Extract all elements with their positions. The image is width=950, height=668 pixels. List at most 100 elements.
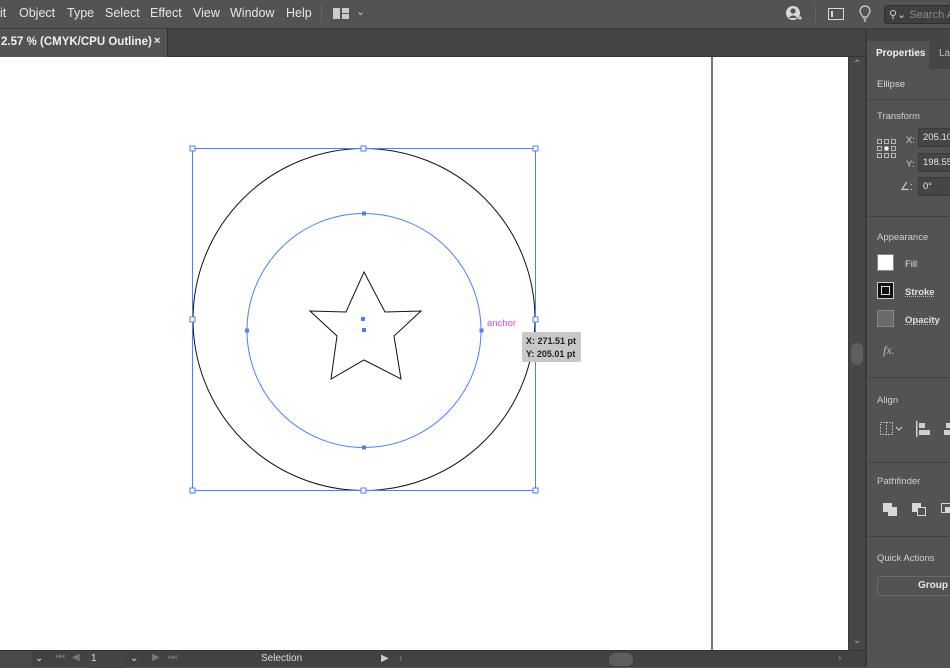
anchor-point-bottom[interactable] <box>362 446 366 450</box>
tab-properties[interactable]: Properties <box>867 41 929 69</box>
tab-layers[interactable]: Layers <box>939 48 950 59</box>
toolbar-separator <box>815 6 816 22</box>
section-divider <box>867 462 950 463</box>
center-point <box>362 328 366 332</box>
section-divider <box>867 536 950 537</box>
canvas[interactable] <box>0 57 848 650</box>
panel-tab-bar: Properties Layers <box>867 29 950 69</box>
menu-select[interactable]: Select <box>105 6 140 20</box>
handle-bottom-left[interactable] <box>190 488 195 493</box>
artboard-dropdown-chevron-icon[interactable]: ⌄ <box>130 653 138 664</box>
opacity-icon[interactable] <box>877 310 894 327</box>
chevron-down-icon[interactable]: ⌄ <box>356 5 365 18</box>
tab-properties-label: Properties <box>876 48 925 59</box>
last-artboard-icon[interactable]: ⏭ <box>168 652 177 663</box>
section-divider <box>867 377 950 378</box>
lightbulb-icon[interactable] <box>859 5 871 23</box>
y-label: Y: <box>906 159 914 170</box>
previous-artboard-icon[interactable]: ◀ <box>72 652 80 663</box>
handle-top-right[interactable] <box>533 146 538 151</box>
opacity-label[interactable]: Opacity <box>905 315 940 326</box>
align-left-icon[interactable] <box>916 421 932 437</box>
anchor-point-top[interactable] <box>362 212 366 216</box>
handle-top-center[interactable] <box>361 146 366 151</box>
scroll-left-icon[interactable]: ‹ <box>399 653 402 664</box>
horizontal-scroll-thumb[interactable] <box>609 653 633 666</box>
pathfinder-unite-icon[interactable] <box>883 503 898 517</box>
vertical-scrollbar[interactable]: ⌃ ⌄ <box>848 57 865 650</box>
add-user-icon[interactable] <box>785 5 803 23</box>
handle-top-left[interactable] <box>190 146 195 151</box>
transform-title: Transform <box>877 111 920 122</box>
handle-middle-left[interactable] <box>190 317 195 322</box>
anchor-point-left[interactable] <box>245 329 249 333</box>
first-artboard-icon[interactable]: ⏮ <box>56 652 65 663</box>
workspace-switcher-icon[interactable] <box>333 8 349 19</box>
current-tool-label: Selection <box>261 653 302 664</box>
stroke-label[interactable]: Stroke <box>905 287 935 298</box>
section-divider <box>867 99 950 100</box>
anchor-smart-guide-label: anchor <box>487 318 516 329</box>
rotation-angle-value: 0° <box>923 181 932 192</box>
handle-bottom-right[interactable] <box>533 488 538 493</box>
next-artboard-icon[interactable]: ▶ <box>152 652 160 663</box>
handle-bottom-center[interactable] <box>361 488 366 493</box>
scroll-right-icon[interactable]: › <box>838 653 841 664</box>
x-position-field[interactable]: 205.1016 <box>918 128 950 147</box>
scroll-up-icon[interactable]: ⌃ <box>853 59 861 70</box>
menu-effect[interactable]: Effect <box>150 6 182 20</box>
align-to-selection-icon[interactable] <box>880 422 906 436</box>
x-position-value: 205.1016 <box>923 132 950 143</box>
group-button[interactable]: Group <box>877 576 950 596</box>
tooltip-y: Y: 205.01 pt <box>526 348 581 361</box>
fx-icon[interactable]: fx. <box>883 343 895 358</box>
document-tab[interactable]: 2.57 % (CMYK/CPU Outline) × <box>0 29 168 57</box>
star-shape[interactable] <box>310 272 421 379</box>
artboard-number-field[interactable]: 1 <box>88 651 126 668</box>
rotation-angle-field[interactable]: 0° <box>918 177 950 196</box>
artwork <box>0 57 848 650</box>
search-placeholder: Search Adobe Stock <box>909 9 950 21</box>
reference-point-icon[interactable] <box>877 139 896 158</box>
menu-type[interactable]: Type <box>67 6 94 20</box>
menu-object[interactable]: Object <box>19 6 55 20</box>
pathfinder-title: Pathfinder <box>877 476 920 487</box>
zoom-dropdown-chevron-icon[interactable]: ⌄ <box>35 653 43 664</box>
menu-view[interactable]: View <box>193 6 220 20</box>
x-label: X: <box>906 135 915 146</box>
fill-swatch[interactable] <box>877 254 894 271</box>
object-type-label: Ellipse <box>877 79 905 90</box>
y-position-field[interactable]: 198.5547 <box>918 153 950 172</box>
vertical-scroll-thumb[interactable] <box>851 343 863 365</box>
close-icon[interactable]: × <box>154 35 160 47</box>
coordinate-tooltip: X: 271.51 pt Y: 205.01 pt <box>522 332 581 362</box>
fill-label[interactable]: Fill <box>905 259 917 270</box>
document-tab-label: 2.57 % (CMYK/CPU Outline) <box>1 36 152 48</box>
angle-icon: ∠: <box>900 180 913 193</box>
appearance-title: Appearance <box>877 232 928 243</box>
status-menu-arrow-icon[interactable]: ▶ <box>381 653 389 664</box>
search-icon: ⚲⌄ <box>889 9 906 21</box>
y-position-value: 198.5547 <box>923 157 950 168</box>
menu-help[interactable]: Help <box>286 6 312 20</box>
section-divider <box>867 216 950 217</box>
handle-middle-right[interactable] <box>533 317 538 322</box>
menu-edit[interactable]: it <box>0 6 6 20</box>
status-bar: ⌄ ⏮ ◀ 1 ⌄ ▶ ⏭ Selection ▶ ‹ › <box>0 650 865 667</box>
quick-actions-title: Quick Actions <box>877 553 935 564</box>
zoom-field[interactable] <box>0 651 32 668</box>
scroll-down-icon[interactable]: ⌄ <box>853 635 861 646</box>
anchor-point-right[interactable] <box>480 329 484 333</box>
menu-bar: it Object Type Select Effect View Window… <box>0 0 950 29</box>
document-tab-bar: 2.57 % (CMYK/CPU Outline) × <box>0 29 865 57</box>
panel-layout-icon[interactable] <box>828 8 844 20</box>
align-center-icon[interactable] <box>944 421 950 437</box>
menu-window[interactable]: Window <box>230 6 274 20</box>
properties-panel: Properties Layers Ellipse Transform X: 2… <box>865 29 950 667</box>
pathfinder-intersect-icon[interactable] <box>941 503 950 517</box>
search-stock-input[interactable]: ⚲⌄ Search Adobe Stock <box>884 5 950 24</box>
menu-separator <box>321 5 322 23</box>
center-point <box>361 317 365 321</box>
pathfinder-minus-front-icon[interactable] <box>912 503 927 517</box>
stroke-swatch[interactable] <box>877 282 894 299</box>
